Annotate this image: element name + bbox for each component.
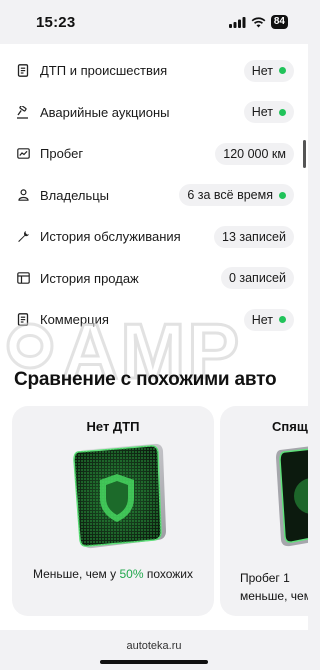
badge-value: Нет <box>251 105 273 120</box>
status-dot <box>279 67 286 75</box>
status-badge: Нет <box>243 308 294 331</box>
value-badge: 120 000 км <box>215 142 294 165</box>
battery-indicator: 84 <box>270 15 288 29</box>
signal-icon <box>228 16 246 28</box>
row-service-history[interactable]: История обслуживания 13 записей <box>0 216 308 258</box>
card-caption: Пробег 1 меньше, чем у <box>240 569 308 605</box>
person-icon <box>16 188 30 202</box>
value-badge: 0 записей <box>220 267 294 290</box>
row-accidents[interactable]: ДТП и происшествия Нет <box>0 50 308 92</box>
badge-value: 0 записей <box>228 271 286 286</box>
wrench-icon <box>16 230 30 244</box>
status-icons: 84 <box>228 15 288 29</box>
badge-value: Нет <box>251 63 273 78</box>
main-content[interactable]: ДТП и происшествия Нет Аварийные аукцион… <box>0 44 308 630</box>
row-label: Коммерция <box>40 312 109 328</box>
caption-line: Пробег 1 <box>240 571 290 585</box>
status-dot <box>279 108 286 116</box>
comparison-card-mileage[interactable]: Спящ Пробег 1 меньше, чем у <box>220 406 308 616</box>
url-label[interactable]: autoteka.ru <box>0 640 308 652</box>
card-caption: Меньше, чем у 50% похожих <box>12 567 214 581</box>
home-indicator[interactable] <box>100 660 208 664</box>
browser-bottom-bar: autoteka.ru <box>0 630 308 670</box>
caption-prefix: Меньше, чем у <box>32 567 120 581</box>
card-title: Спящ <box>272 419 308 434</box>
row-label: Пробег <box>40 146 84 162</box>
card-title: Нет ДТП <box>86 419 140 434</box>
status-dot <box>279 191 286 199</box>
scrollbar-thumb[interactable] <box>303 140 306 168</box>
row-label: История обслуживания <box>40 229 181 245</box>
row-label: История продаж <box>40 270 139 286</box>
row-sales-history[interactable]: История продаж 0 записей <box>0 258 308 300</box>
row-commercial[interactable]: Коммерция Нет <box>0 299 308 341</box>
row-owners[interactable]: Владельцы 6 за всё время <box>0 175 308 217</box>
status-time: 15:23 <box>36 14 76 31</box>
section-title: Сравнение с похожими авто <box>14 369 277 390</box>
report-rows: ДТП и происшествия Нет Аварийные аукцион… <box>0 50 308 341</box>
caption-line: меньше, чем у <box>240 589 308 603</box>
status-badge: Нет <box>243 59 294 82</box>
caption-percent: 50% <box>119 567 144 581</box>
status-bar: 15:23 84 <box>0 0 308 44</box>
value-badge: 13 записей <box>214 225 294 248</box>
badge-value: 13 записей <box>222 229 286 244</box>
comparison-carousel[interactable]: Нет ДТП Меньше, чем у 50% похожих Спящ П… <box>12 406 308 616</box>
odometer-icon <box>16 147 30 161</box>
badge-value: 6 за всё время <box>187 188 273 203</box>
shield-icon <box>73 443 166 549</box>
document-icon <box>16 64 30 78</box>
badge-value: Нет <box>251 312 273 327</box>
row-label: Владельцы <box>40 187 110 203</box>
row-label: Аварийные аукционы <box>40 104 170 120</box>
comparison-card-no-accidents[interactable]: Нет ДТП Меньше, чем у 50% похожих <box>12 406 214 616</box>
status-badge: Нет <box>243 101 294 124</box>
badge-value: 120 000 км <box>223 146 286 161</box>
row-auctions[interactable]: Аварийные аукционы Нет <box>0 92 308 134</box>
document-icon <box>16 313 30 327</box>
wifi-icon <box>251 16 266 27</box>
row-mileage[interactable]: Пробег 120 000 км <box>0 133 308 175</box>
row-label: ДТП и происшествия <box>40 63 168 79</box>
calendar-icon <box>16 271 30 285</box>
status-dot <box>279 316 286 324</box>
caption-suffix: похожих <box>143 567 194 581</box>
odometer-badge-icon <box>276 446 308 547</box>
status-badge: 6 за всё время <box>179 184 294 207</box>
gavel-icon <box>16 105 30 119</box>
